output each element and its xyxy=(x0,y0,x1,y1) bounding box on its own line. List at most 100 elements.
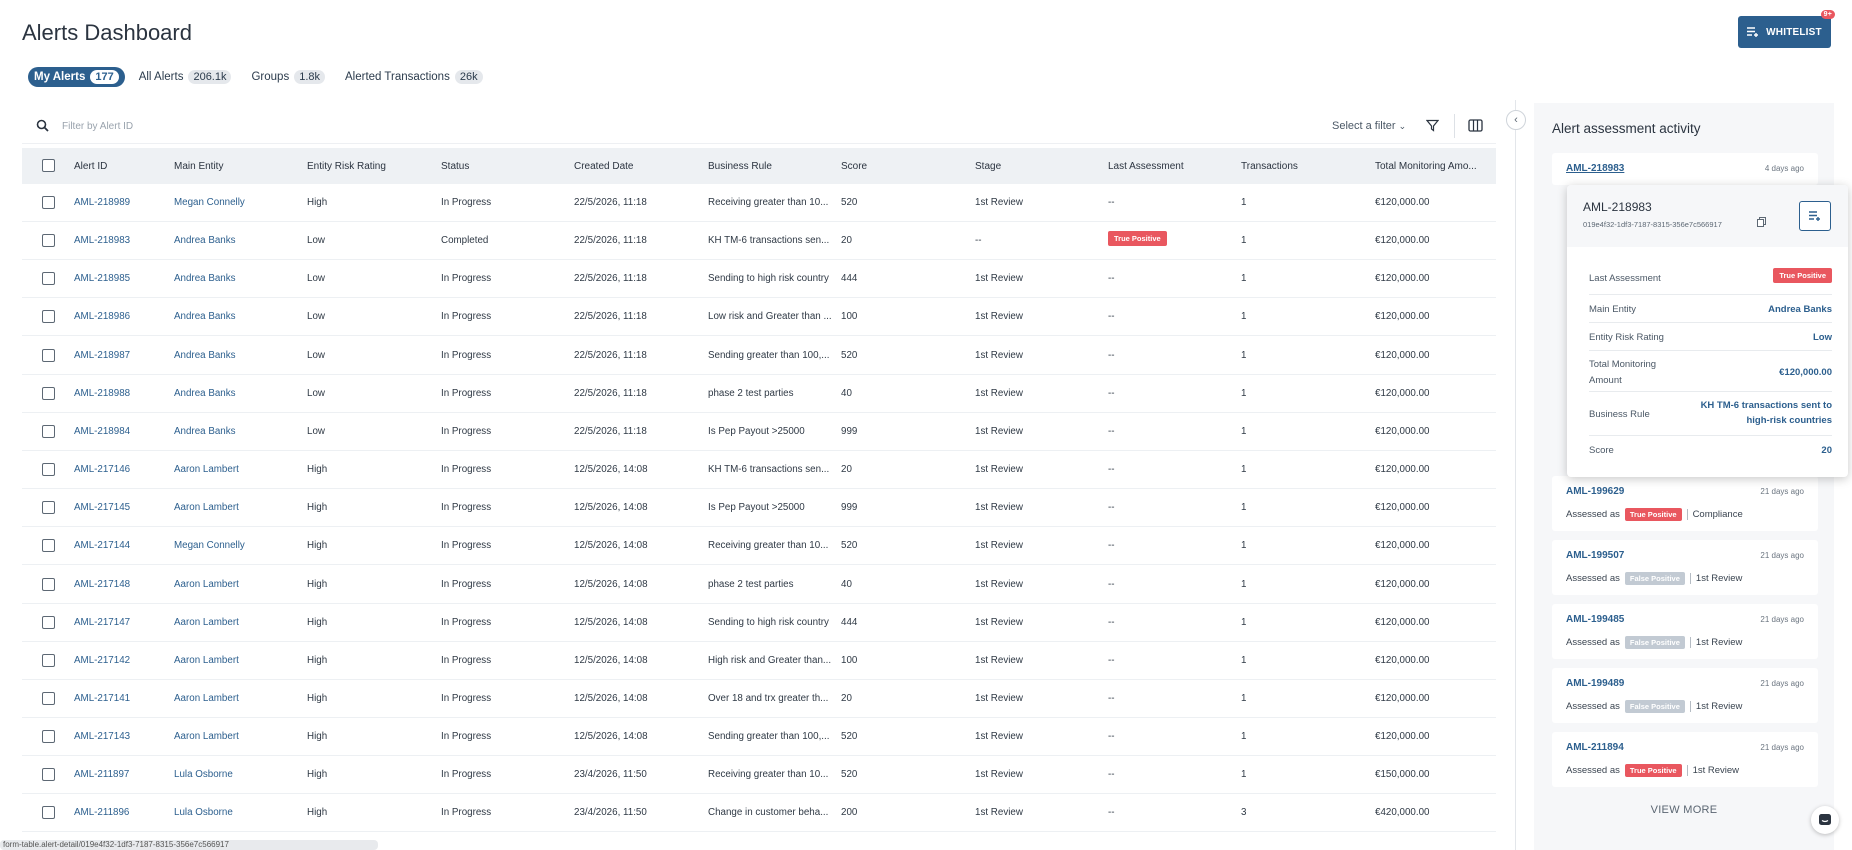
alert-id-link[interactable]: AML-218988 xyxy=(74,388,130,399)
alert-id-link[interactable]: AML-218989 xyxy=(74,197,130,208)
table-row[interactable]: AML-217147 Aaron Lambert High In Progress 12… xyxy=(22,604,1496,642)
table-row[interactable]: AML-217142 Aaron Lambert High In Progress 12… xyxy=(22,642,1496,680)
table-row[interactable]: AML-211897 Lula Osborne High In Progress 23/… xyxy=(22,756,1496,795)
table-row[interactable]: AML-218988 Andrea Banks Low In Progress 22/5… xyxy=(22,375,1496,413)
row-checkbox[interactable] xyxy=(42,272,55,286)
alert-id-link[interactable]: AML-217144 xyxy=(74,540,130,551)
row-checkbox[interactable] xyxy=(42,615,55,629)
main-entity-link[interactable]: Megan Connelly xyxy=(174,197,245,208)
alert-id-link[interactable]: AML-211894 xyxy=(1566,742,1624,753)
alert-id-link[interactable]: AML-217148 xyxy=(74,579,130,590)
row-checkbox[interactable] xyxy=(42,463,55,477)
column-header[interactable]: Score xyxy=(841,161,867,172)
main-entity-link[interactable]: Aaron Lambert xyxy=(174,502,239,513)
row-checkbox[interactable] xyxy=(42,196,55,209)
alert-id-link[interactable]: AML-199489 xyxy=(1566,678,1624,689)
columns-icon[interactable] xyxy=(1468,119,1483,132)
view-more-button[interactable]: VIEW MORE xyxy=(1534,804,1834,816)
row-checkbox[interactable] xyxy=(42,310,55,324)
alert-id-link[interactable]: AML-218986 xyxy=(74,311,130,322)
column-header[interactable]: Total Monitoring Amo... xyxy=(1375,161,1477,172)
copy-icon[interactable] xyxy=(1757,217,1766,227)
alert-id-link[interactable]: AML-218987 xyxy=(74,350,130,361)
column-header[interactable]: Status xyxy=(441,161,469,172)
alert-id-link[interactable]: AML-218985 xyxy=(74,273,130,284)
table-row[interactable]: AML-217148 Aaron Lambert High In Progress 12… xyxy=(22,566,1496,604)
row-checkbox[interactable] xyxy=(42,577,55,591)
tab-groups[interactable]: Groups 1.8k xyxy=(245,67,331,87)
main-entity-link[interactable]: Aaron Lambert xyxy=(174,655,239,666)
row-checkbox[interactable] xyxy=(42,501,55,515)
main-entity-link[interactable]: Andrea Banks xyxy=(174,273,236,284)
main-entity-link[interactable]: Lula Osborne xyxy=(174,807,233,818)
table-row[interactable]: AML-218985 Andrea Banks Low In Progress 22/5… xyxy=(22,260,1496,299)
table-row[interactable]: AML-218983 Andrea Banks Low Completed 22/5/2… xyxy=(22,222,1496,261)
tab-all-alerts[interactable]: All Alerts 206.1k xyxy=(133,67,238,87)
collapse-panel-button[interactable]: ‹ xyxy=(1506,110,1526,130)
column-header[interactable]: Stage xyxy=(975,161,1001,172)
table-row[interactable]: AML-218987 Andrea Banks Low In Progress 22/5… xyxy=(22,337,1496,375)
alert-id-link[interactable]: AML-218983 xyxy=(1566,163,1624,174)
activity-card[interactable]: AML-211894 21 days ago Assessed as True Pos… xyxy=(1552,732,1818,787)
main-entity-link[interactable]: Andrea Banks xyxy=(174,426,236,437)
main-entity-link[interactable]: Aaron Lambert xyxy=(174,617,239,628)
chat-button[interactable] xyxy=(1811,806,1839,834)
row-checkbox[interactable] xyxy=(42,348,55,362)
table-row[interactable]: AML-218986 Andrea Banks Low In Progress 22/5… xyxy=(22,298,1496,337)
column-header[interactable]: Business Rule xyxy=(708,161,772,172)
tab-my-alerts[interactable]: My Alerts 177 xyxy=(28,67,125,87)
activity-card[interactable]: AML-218983 4 days ago xyxy=(1552,153,1818,185)
search-input[interactable]: Filter by Alert ID xyxy=(62,121,133,132)
main-entity-link[interactable]: Andrea Banks xyxy=(174,235,236,246)
row-checkbox[interactable] xyxy=(42,653,55,667)
main-entity-link[interactable]: Andrea Banks xyxy=(174,350,236,361)
column-header[interactable]: Entity Risk Rating xyxy=(307,161,386,172)
main-entity-link[interactable]: Aaron Lambert xyxy=(174,693,239,704)
open-alert-button[interactable] xyxy=(1799,201,1831,231)
activity-card[interactable]: AML-199485 21 days ago Assessed as False Po… xyxy=(1552,604,1818,659)
main-entity-link[interactable]: Andrea Banks xyxy=(174,311,236,322)
alert-id-link[interactable]: AML-217146 xyxy=(74,464,130,475)
row-checkbox[interactable] xyxy=(42,730,55,744)
alert-id-link[interactable]: AML-217143 xyxy=(74,731,130,742)
row-checkbox[interactable] xyxy=(42,386,55,400)
main-entity-link[interactable]: Megan Connelly xyxy=(174,540,245,551)
alert-id-link[interactable]: AML-199485 xyxy=(1566,614,1624,625)
row-checkbox[interactable] xyxy=(42,539,55,553)
tab-alerted-transactions[interactable]: Alerted Transactions 26k xyxy=(339,67,489,87)
table-row[interactable]: AML-217141 Aaron Lambert High In Progress 12… xyxy=(22,680,1496,718)
alert-id-link[interactable]: AML-199507 xyxy=(1566,550,1624,561)
table-row[interactable]: AML-217146 Aaron Lambert High In Progress 12… xyxy=(22,451,1496,490)
alert-id-link[interactable]: AML-217147 xyxy=(74,617,130,628)
filter-icon[interactable] xyxy=(1426,119,1439,132)
activity-card[interactable]: AML-199507 21 days ago Assessed as False Po… xyxy=(1552,540,1818,595)
row-checkbox[interactable] xyxy=(42,768,55,782)
table-row[interactable]: AML-218989 Megan Connelly High In Progress 2… xyxy=(22,184,1496,222)
alert-id-link[interactable]: AML-199629 xyxy=(1566,486,1624,497)
column-header[interactable]: Last Assessment xyxy=(1108,161,1184,172)
row-checkbox[interactable] xyxy=(42,234,55,248)
select-all-checkbox[interactable] xyxy=(42,159,55,172)
detail-value[interactable]: Andrea Banks xyxy=(1768,304,1832,315)
table-row[interactable]: AML-217144 Megan Connelly High In Progress 1… xyxy=(22,527,1496,566)
table-row[interactable]: AML-211896 Lula Osborne High In Progress 23/… xyxy=(22,794,1496,833)
alert-id-link[interactable]: AML-211897 xyxy=(74,769,129,780)
column-header[interactable]: Transactions xyxy=(1241,161,1298,172)
select-filter-dropdown[interactable]: Select a filter ⌄ xyxy=(1332,120,1406,132)
main-entity-link[interactable]: Aaron Lambert xyxy=(174,579,239,590)
activity-card[interactable]: AML-199629 21 days ago Assessed as True Pos… xyxy=(1552,476,1818,531)
activity-card[interactable]: AML-199489 21 days ago Assessed as False Po… xyxy=(1552,668,1818,723)
table-row[interactable]: AML-217145 Aaron Lambert High In Progress 12… xyxy=(22,489,1496,528)
main-entity-link[interactable]: Aaron Lambert xyxy=(174,464,239,475)
column-header[interactable]: Main Entity xyxy=(174,161,223,172)
alert-id-link[interactable]: AML-218983 xyxy=(74,235,130,246)
alert-id-link[interactable]: AML-217145 xyxy=(74,502,130,513)
table-row[interactable]: AML-217143 Aaron Lambert High In Progress 12… xyxy=(22,718,1496,757)
table-row[interactable]: AML-218984 Andrea Banks Low In Progress 22/5… xyxy=(22,413,1496,451)
row-checkbox[interactable] xyxy=(42,691,55,705)
main-entity-link[interactable]: Lula Osborne xyxy=(174,769,233,780)
row-checkbox[interactable] xyxy=(42,424,55,438)
main-entity-link[interactable]: Aaron Lambert xyxy=(174,731,239,742)
alert-id-link[interactable]: AML-217141 xyxy=(74,693,130,704)
alert-id-link[interactable]: AML-218984 xyxy=(74,426,130,437)
